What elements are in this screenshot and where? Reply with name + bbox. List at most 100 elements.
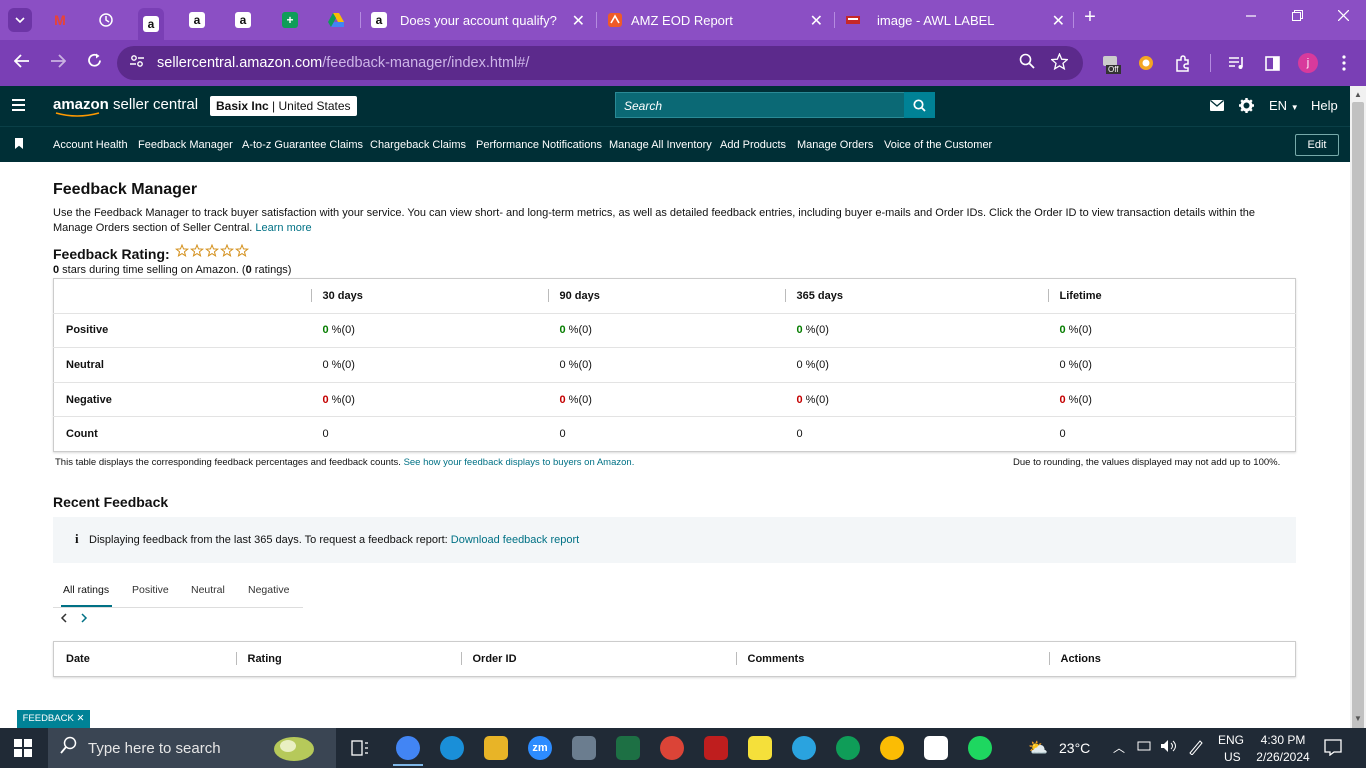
pinned-tab-gmail[interactable]: M [47,8,73,32]
language-selector[interactable]: EN ▼ [1269,98,1299,113]
chrome-profile-icon[interactable] [660,736,684,760]
side-panel-icon[interactable] [1263,54,1281,72]
task-view-icon[interactable] [348,736,372,760]
minimize-button[interactable] [1236,8,1266,24]
forward-button[interactable] [46,53,70,73]
nav-manage-inventory[interactable]: Manage All Inventory [609,139,712,151]
chrome-icon[interactable] [396,736,420,760]
pinned-tab-drive[interactable] [323,8,349,32]
tab-neutral[interactable]: Neutral [191,584,225,596]
col-comments[interactable]: Comments [735,642,1049,677]
pinned-tab-sheets[interactable]: + [277,8,303,32]
profile-avatar[interactable]: j [1298,53,1318,73]
col-date[interactable]: Date [54,642,236,677]
page-scrollbar[interactable]: ▲ ▼ [1350,86,1366,736]
pinned-tab-amazon-2[interactable]: a [184,8,210,32]
pinned-tab-amazon-3[interactable]: a [230,8,256,32]
input-language[interactable]: ENG US [1218,733,1244,764]
chrome-profile-2-icon[interactable] [836,736,860,760]
download-report-link[interactable]: Download feedback report [451,534,579,546]
tab-awl-label[interactable]: image - AWL LABEL ✕ [839,6,1071,34]
volume-icon[interactable] [1160,739,1178,756]
pinned-tab-amazon-active[interactable]: a [138,8,164,40]
tab-search-button[interactable] [8,8,32,32]
col-actions[interactable]: Actions [1048,642,1296,677]
nav-feedback-manager[interactable]: Feedback Manager [138,139,233,151]
tab-negative[interactable]: Negative [248,584,289,596]
mail-icon[interactable] [1210,99,1224,114]
filezilla-icon[interactable] [704,736,728,760]
pinned-tab-history[interactable] [93,8,119,32]
account-switcher[interactable]: Basix Inc | United States [210,96,357,116]
extensions-puzzle-icon[interactable] [1173,54,1191,72]
nav-a-to-z-claims[interactable]: A-to-z Guarantee Claims [242,139,363,151]
nav-account-health[interactable]: Account Health [53,139,128,151]
tab-positive[interactable]: Positive [132,584,169,596]
tab-all-ratings[interactable]: All ratings [63,584,109,596]
browser-menu-icon[interactable] [1335,54,1353,72]
nav-performance-notifications[interactable]: Performance Notifications [476,139,602,151]
chrome-profile-3-icon[interactable] [880,736,904,760]
nav-voice-of-customer[interactable]: Voice of the Customer [884,139,992,151]
buyer-display-link[interactable]: See how your feedback displays to buyers… [404,457,635,468]
tab-account-qualify[interactable]: a Does your account qualify? ✕ [365,6,591,34]
feedback-tag-button[interactable]: FEEDBACK ✕ [17,710,90,728]
tray-chevron-up-icon[interactable]: ︿ [1113,739,1125,756]
weather-temp[interactable]: 23°C [1059,740,1090,756]
scroll-up-icon[interactable]: ▲ [1354,90,1362,99]
reload-button[interactable] [82,53,106,73]
close-icon[interactable]: ✕ [810,11,823,31]
notifications-icon[interactable] [1324,739,1342,759]
network-icon[interactable] [1137,739,1153,756]
spotify-icon[interactable] [968,736,992,760]
chevron-right-icon[interactable] [80,611,88,626]
clock[interactable]: 4:30 PM 2/26/2024 [1254,733,1312,764]
table-cell: 0 %(0) [784,381,1048,417]
percent-suffix: %(0) [1065,358,1092,371]
edge-icon[interactable] [440,736,464,760]
col-order-id[interactable]: Order ID [460,642,736,677]
nav-manage-orders[interactable]: Manage Orders [797,139,873,151]
weather-icon[interactable]: ⛅ [1028,738,1048,758]
edit-button[interactable]: Edit [1295,134,1339,156]
url-text[interactable]: sellercentral.amazon.com/feedback-manage… [157,55,529,71]
tab-amz-eod-report[interactable]: AMZ EOD Report ✕ [601,6,829,34]
close-icon[interactable]: ✕ [1052,11,1065,31]
slack-icon[interactable] [924,736,948,760]
address-bar[interactable]: sellercentral.amazon.com/feedback-manage… [117,46,1083,80]
sticky-notes-icon[interactable] [748,736,772,760]
zoom-icon[interactable] [1019,53,1035,73]
nav-chargeback-claims[interactable]: Chargeback Claims [370,139,466,151]
col-rating[interactable]: Rating [235,642,461,677]
help-link[interactable]: Help [1311,98,1338,113]
search-input[interactable]: Search [615,92,905,118]
excel-icon[interactable] [616,736,640,760]
chevron-left-icon[interactable] [60,611,68,626]
hamburger-menu-icon[interactable] [12,99,25,111]
url-domain: sellercentral.amazon.com [157,55,323,71]
restore-button[interactable] [1282,8,1312,24]
telegram-icon[interactable] [792,736,816,760]
back-button[interactable] [10,53,34,73]
taskbar-search-input[interactable]: Type here to search [48,728,336,768]
new-tab-button[interactable]: + [1075,6,1105,29]
nav-add-products[interactable]: Add Products [720,139,786,151]
bookmark-star-icon[interactable] [1050,52,1069,74]
window-close-button[interactable] [1328,8,1358,24]
search-button[interactable] [904,92,935,118]
windows-start-icon[interactable] [14,739,32,757]
zoom-app-icon[interactable]: zm [528,736,552,760]
scrollbar-thumb[interactable] [1352,102,1364,736]
calculator-icon[interactable] [572,736,596,760]
pen-icon[interactable] [1188,739,1204,758]
scroll-down-icon[interactable]: ▼ [1354,714,1362,723]
file-explorer-icon[interactable] [484,736,508,760]
media-controls-icon[interactable] [1227,54,1245,72]
site-info-icon[interactable] [129,53,145,73]
learn-more-link[interactable]: Learn more [255,222,311,234]
bookmark-icon[interactable] [15,138,23,149]
close-icon[interactable]: ✕ [572,11,585,31]
seller-central-logo[interactable]: amazon seller central [53,96,198,117]
settings-gear-icon[interactable] [1239,98,1254,116]
extension-circle-icon[interactable] [1137,54,1155,72]
